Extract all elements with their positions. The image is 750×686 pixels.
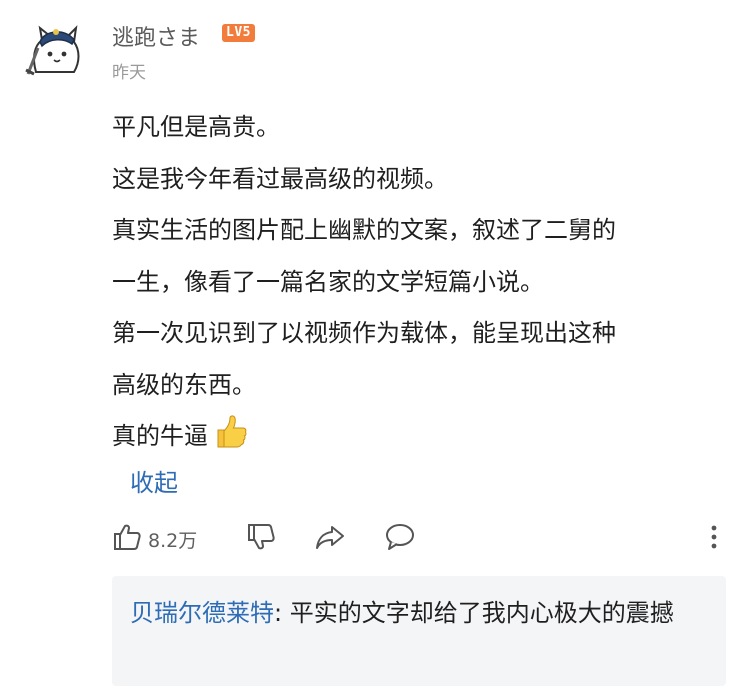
comment-icon	[384, 522, 416, 556]
comment-line: 第一次见识到了以视频作为载体，能呈现出这种	[112, 319, 616, 347]
comment-line: 这是我今年看过最高级的视频。	[112, 164, 448, 193]
reply-separator: :	[274, 599, 290, 627]
thumbs-up-icon	[112, 522, 142, 556]
avatar-cat-icon	[25, 25, 80, 76]
collapse-link[interactable]: 收起	[130, 463, 178, 498]
more-vertical-icon	[704, 522, 724, 556]
avatar[interactable]	[22, 18, 86, 82]
like-button[interactable]: 8.2万	[112, 522, 197, 556]
comment-line: 真实生活的图片配上幽默的文案，叙述了二舅的	[112, 216, 616, 244]
comment-line: 高级的东西。	[112, 370, 256, 399]
comment-line-last: 真的牛逼	[112, 411, 732, 463]
reply-text: 平实的文字却给了我内心极大的震撼	[289, 599, 674, 627]
share-icon	[314, 522, 346, 556]
reply-author[interactable]: 贝瑞尔德莱特	[130, 599, 274, 627]
reply-text-block: 贝瑞尔德莱特: 平实的文字却给了我内心极大的震撼	[130, 592, 716, 634]
comment-body: 平凡但是高贵。 这是我今年看过最高级的视频。 真实生活的图片配上幽默的文案，叙述…	[112, 102, 732, 463]
comment-line-text: 真的牛逼	[112, 422, 208, 450]
thumbs-up-emoji	[212, 414, 248, 469]
more-options-button[interactable]	[704, 522, 724, 556]
comment-line: 一生，像看了一篇名家的文学短篇小说。	[112, 267, 544, 296]
level-badge: LV5	[222, 24, 255, 42]
action-bar: 8.2万	[0, 512, 750, 562]
share-button[interactable]	[314, 522, 346, 556]
username[interactable]: 逃跑さま	[112, 20, 200, 52]
like-count: 8.2万	[148, 529, 198, 552]
reply-preview[interactable]: 贝瑞尔德莱特: 平实的文字却给了我内心极大的震撼	[112, 576, 726, 686]
dislike-button[interactable]	[246, 522, 276, 556]
comment-button[interactable]	[384, 522, 416, 556]
thumbs-down-icon	[246, 522, 276, 556]
comment-line: 平凡但是高贵。	[112, 113, 280, 141]
timestamp: 昨天	[112, 63, 146, 83]
